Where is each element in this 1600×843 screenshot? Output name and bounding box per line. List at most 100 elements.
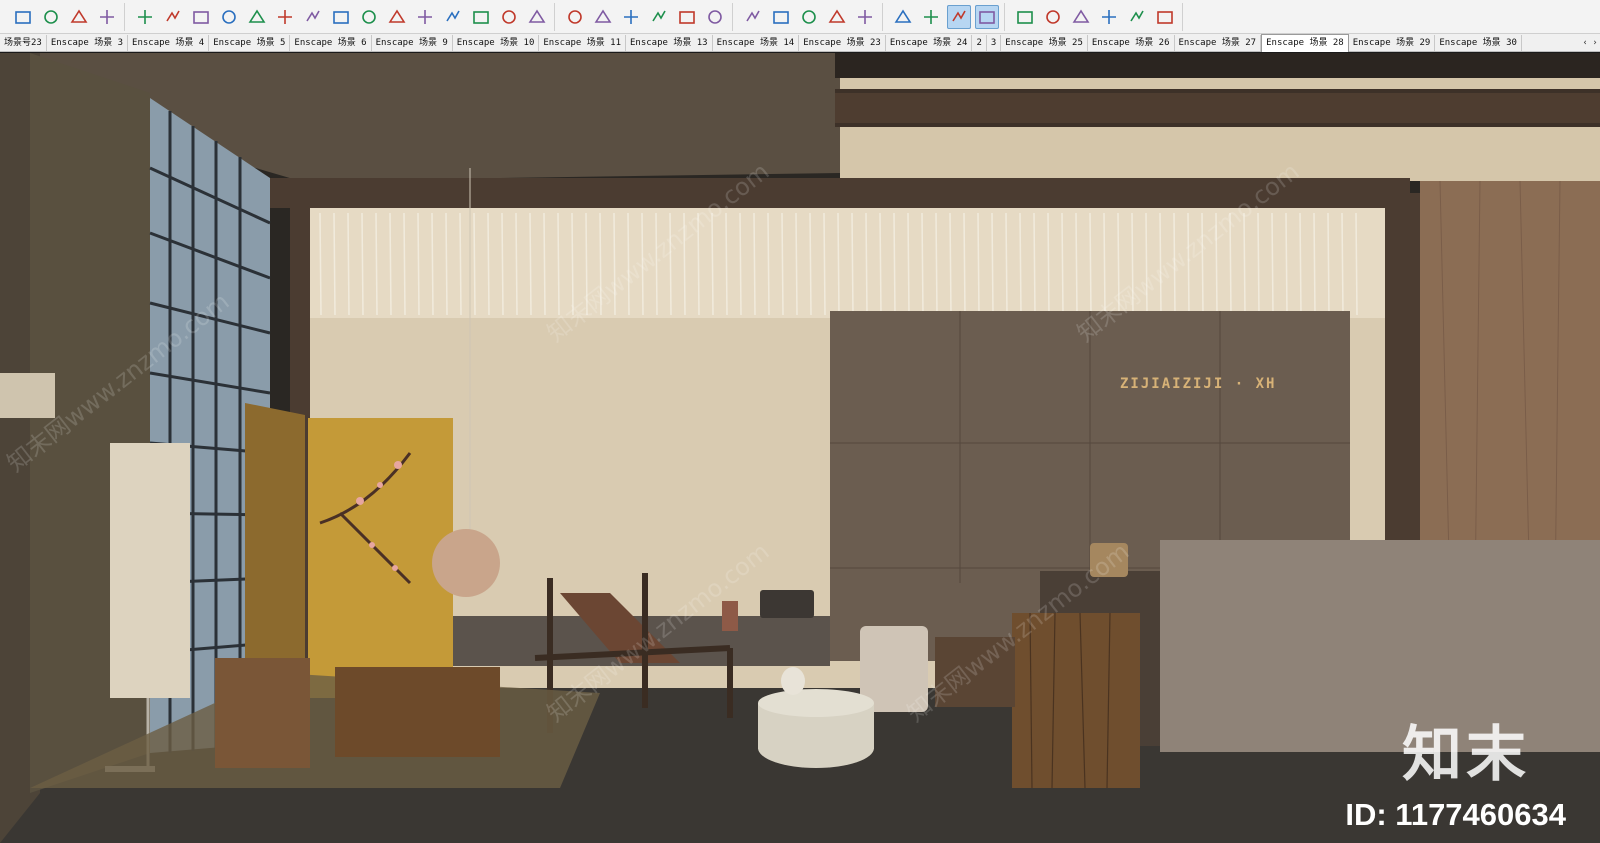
round-table-top [758, 689, 874, 717]
cube-button[interactable] [647, 5, 671, 29]
interior-scene [0, 53, 1600, 843]
follow-me-button[interactable] [441, 5, 465, 29]
push-pull-button[interactable] [245, 5, 269, 29]
paint-bucket-button[interactable] [797, 5, 821, 29]
grid-button[interactable] [385, 5, 409, 29]
freehand-button[interactable] [329, 5, 353, 29]
scene-tab[interactable]: Enscape 场景 5 [209, 34, 291, 51]
box-button[interactable] [525, 5, 549, 29]
wall-slat [1271, 212, 1274, 316]
wall-slat [753, 212, 756, 316]
toolbar-group [886, 2, 1005, 31]
scene-tab[interactable]: Enscape 场景 29 [1349, 34, 1436, 51]
rectangle-button[interactable] [217, 5, 241, 29]
scene-tab[interactable]: Enscape 场景 24 [886, 34, 973, 51]
select-icon [138, 9, 152, 24]
house-side-button[interactable] [1041, 5, 1065, 29]
move-up-button[interactable] [563, 5, 587, 29]
scene-tab[interactable]: Enscape 场景 9 [372, 34, 453, 51]
select-button[interactable] [133, 5, 157, 29]
iso-view-button[interactable] [919, 5, 943, 29]
house-outline-button[interactable] [1125, 5, 1149, 29]
scene-tab-next-button[interactable]: › [1590, 38, 1600, 48]
scene-tab[interactable]: Enscape 场景 10 [453, 34, 540, 51]
scene-tab[interactable]: Enscape 场景 23 [799, 34, 886, 51]
model-viewport[interactable]: ZIJIAIZIJI · XH 知末网www.znzmo.com 知末网www.… [0, 53, 1600, 843]
wall-slat [319, 212, 322, 316]
marquee-button[interactable] [675, 5, 699, 29]
watermark-logo: 知末 [1402, 720, 1530, 790]
wall-slat [1243, 212, 1246, 316]
wall-slat [991, 212, 994, 316]
wall-slat [1187, 212, 1190, 316]
scene-tab[interactable]: Enscape 场景 4 [128, 34, 210, 51]
house-iso-button[interactable] [1013, 5, 1037, 29]
scene-tab[interactable]: Enscape 场景 6 [290, 34, 372, 51]
wall-slat [1327, 212, 1330, 316]
knife-button[interactable] [413, 5, 437, 29]
left-ledge [0, 373, 55, 418]
scene-tab[interactable]: 2 [972, 34, 987, 51]
scene-tab[interactable]: Enscape 场景 14 [713, 34, 800, 51]
scene-tab[interactable]: Enscape 场景 13 [626, 34, 713, 51]
zoom-extents-icon [858, 9, 872, 24]
wall-slat [921, 212, 924, 316]
scene-tab[interactable]: 3 [987, 34, 1002, 51]
scene-tab[interactable]: Enscape 场景 25 [1001, 34, 1088, 51]
house-front-button[interactable] [1069, 5, 1093, 29]
offset-button[interactable] [273, 5, 297, 29]
wall-slat [1075, 212, 1078, 316]
zoom-extents-button[interactable] [853, 5, 877, 29]
scene-tab[interactable]: Enscape 场景 27 [1175, 34, 1262, 51]
house-side-icon [1046, 9, 1060, 24]
curve-button[interactable] [741, 5, 765, 29]
scene-tab[interactable]: 场景号23 [0, 34, 47, 51]
model-info-button[interactable] [39, 5, 63, 29]
decor-vessel [722, 601, 738, 631]
wall-slat [459, 212, 462, 316]
plane-button[interactable] [591, 5, 615, 29]
layers-button[interactable] [497, 5, 521, 29]
component-button[interactable] [161, 5, 185, 29]
scene-tab[interactable]: Enscape 场景 11 [539, 34, 626, 51]
wall-slat [977, 212, 980, 316]
scene-tab[interactable]: Enscape 场景 26 [1088, 34, 1175, 51]
house-back-button[interactable] [1097, 5, 1121, 29]
front-view-icon [979, 10, 995, 24]
basket-button[interactable] [469, 5, 493, 29]
house-back-icon [1102, 9, 1116, 24]
scene-tab[interactable]: Enscape 场景 3 [47, 34, 129, 51]
import-button[interactable] [67, 5, 91, 29]
arc-button[interactable] [301, 5, 325, 29]
pan-button[interactable] [891, 5, 915, 29]
scene-tab-prev-button[interactable]: ‹ [1580, 38, 1590, 48]
face-button[interactable] [703, 5, 727, 29]
move-up-icon [568, 9, 582, 24]
wall-slat [1131, 212, 1134, 316]
import-icon [70, 9, 88, 23]
export-button[interactable] [95, 5, 119, 29]
wall-slat [445, 212, 448, 316]
download-button[interactable] [619, 5, 643, 29]
scene-tab[interactable]: Enscape 场景 30 [1435, 34, 1522, 51]
eraser-button[interactable] [357, 5, 381, 29]
open-folder-button[interactable] [11, 5, 35, 29]
scene-tab-nav: ‹ › [1580, 38, 1600, 48]
top-view-button[interactable] [947, 4, 971, 29]
scene-tab[interactable]: Enscape 场景 28 [1261, 33, 1349, 52]
toolbar-group [128, 2, 555, 31]
section-button[interactable] [769, 5, 793, 29]
wall-slat [935, 212, 938, 316]
radio [760, 590, 814, 618]
line-button[interactable] [189, 5, 213, 29]
marquee-icon [679, 10, 695, 24]
cube-icon [652, 10, 666, 21]
wall-slat [739, 212, 742, 316]
wall-slat [1047, 212, 1050, 316]
wall-slat [1005, 212, 1008, 316]
house-garage-button[interactable] [1153, 5, 1177, 29]
wall-slat [361, 212, 364, 316]
front-view-button[interactable] [975, 4, 999, 29]
wall-slat [949, 212, 952, 316]
tape-measure-button[interactable] [825, 5, 849, 29]
